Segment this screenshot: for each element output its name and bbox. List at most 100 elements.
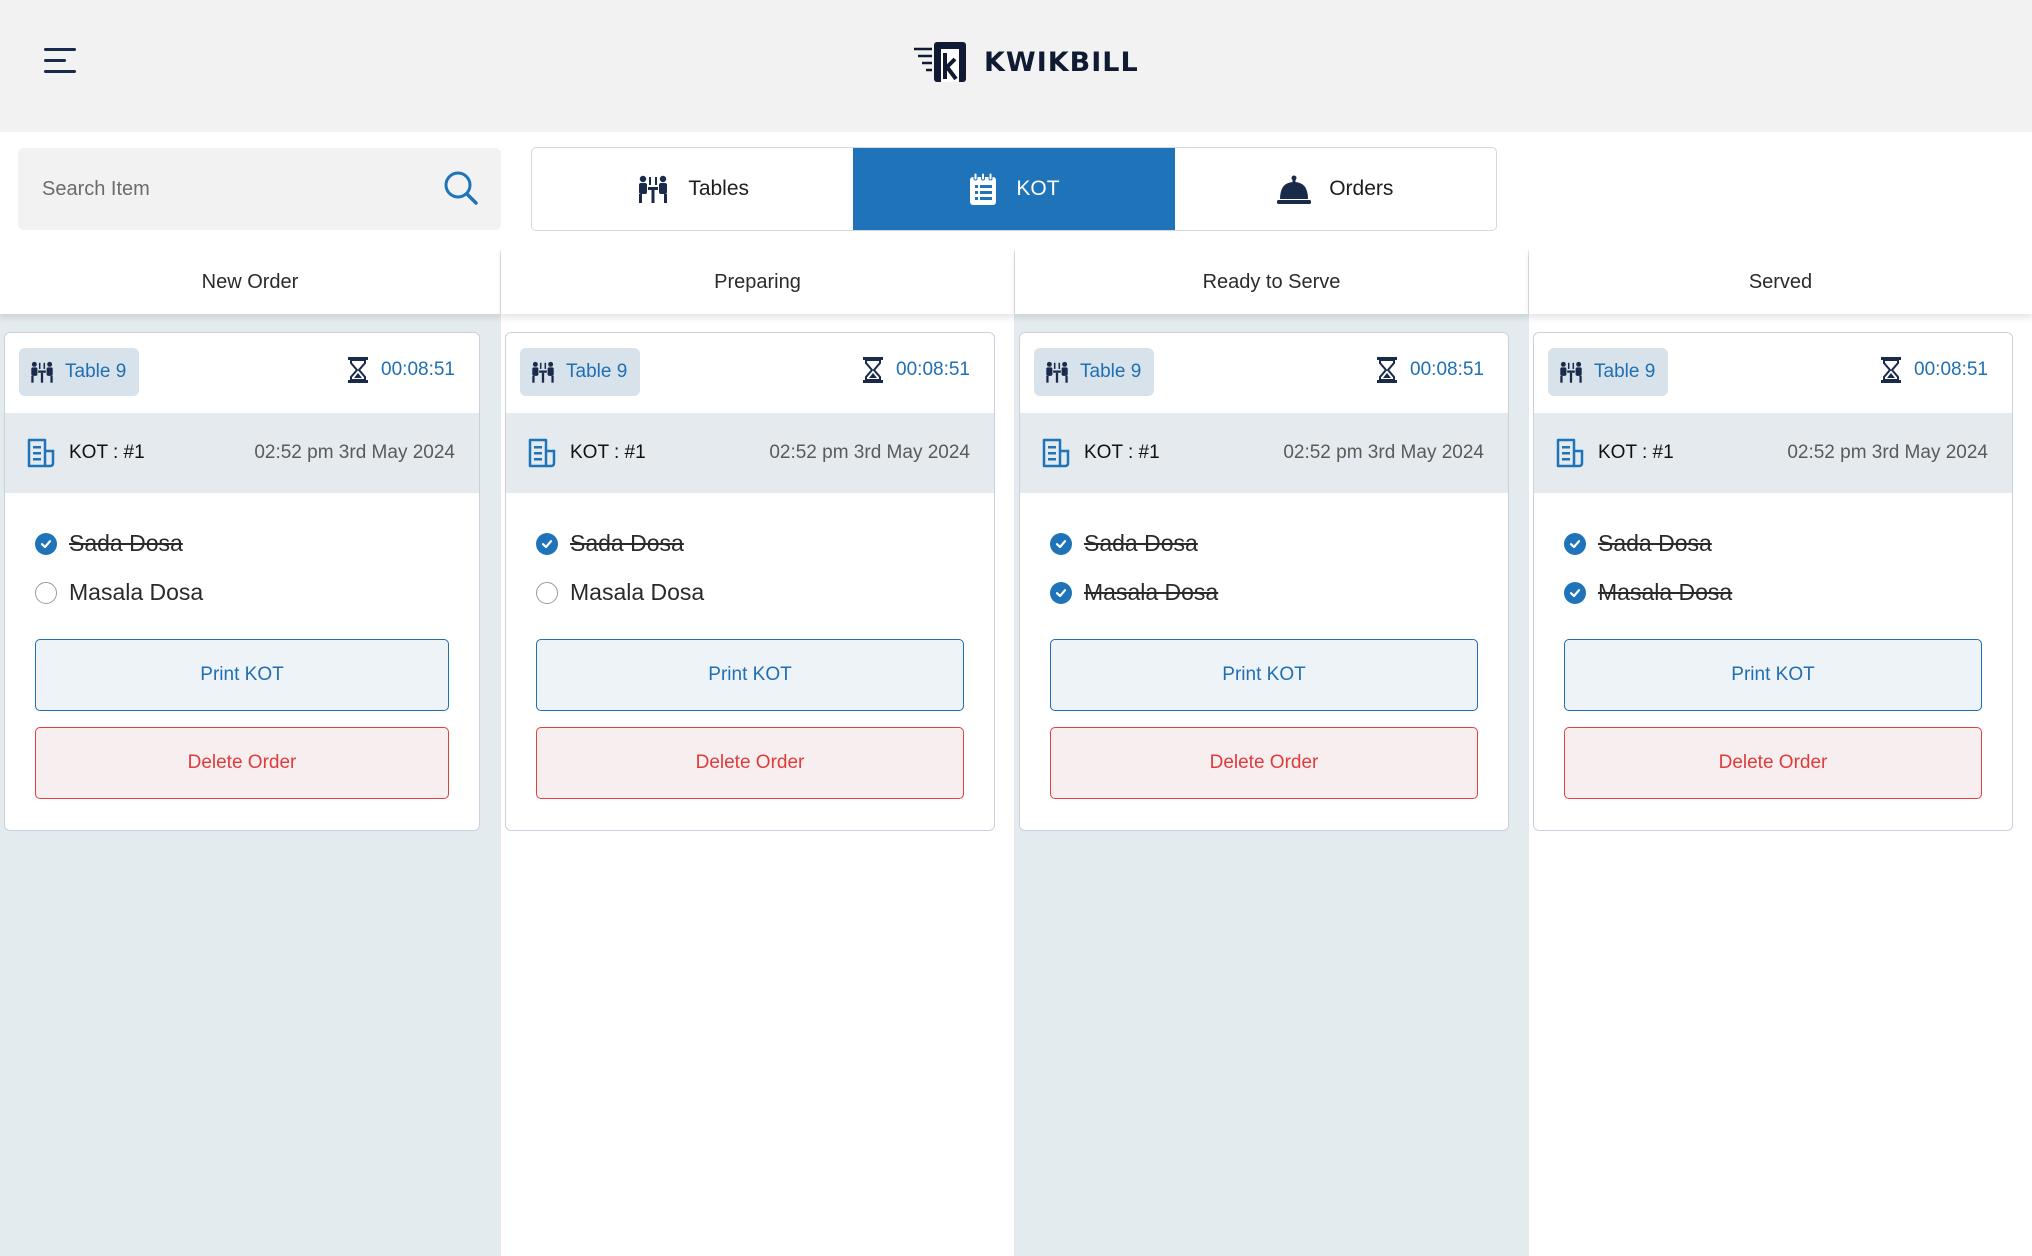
unchecked-circle-icon[interactable] bbox=[536, 581, 558, 604]
kot-column-new-order: New Order Table 9 00:08:51 KOT : #1 02:52 pm… bbox=[0, 250, 500, 1256]
kot-info-row: KOT : #1 02:52 pm 3rd May 2024 bbox=[5, 413, 479, 493]
tab-tables-label: Tables bbox=[688, 177, 750, 200]
search-icon[interactable] bbox=[443, 170, 479, 206]
column-title: Preparing bbox=[501, 250, 1014, 314]
kot-item-name: Sada Dosa bbox=[1598, 530, 1712, 556]
checked-circle-icon[interactable] bbox=[35, 532, 57, 555]
table-label: Table 9 bbox=[566, 361, 628, 382]
kot-item-list: Sada Dosa Masala Dosa bbox=[506, 493, 994, 617]
kot-column-served: Served Table 9 00:08:51 KOT : #1 02:52 pm 3r… bbox=[1528, 250, 2032, 1256]
hamburger-menu-icon[interactable] bbox=[44, 48, 76, 74]
timer-value: 00:08:51 bbox=[896, 359, 970, 380]
kot-item-name: Masala Dosa bbox=[1084, 579, 1219, 605]
kot-timestamp: 02:52 pm 3rd May 2024 bbox=[769, 442, 970, 463]
timer-value: 00:08:51 bbox=[1914, 359, 1988, 380]
checked-circle-icon[interactable] bbox=[1050, 532, 1072, 555]
search-input[interactable] bbox=[42, 148, 422, 230]
column-body: Table 9 00:08:51 KOT : #1 02:52 pm 3rd May … bbox=[1529, 314, 2032, 1256]
table-label: Table 9 bbox=[1080, 361, 1142, 382]
kot-item[interactable]: Sada Dosa bbox=[1564, 519, 2012, 568]
card-header: Table 9 00:08:51 bbox=[1534, 333, 2012, 413]
table-badge[interactable]: Table 9 bbox=[1548, 348, 1669, 396]
checked-circle-icon[interactable] bbox=[1564, 581, 1586, 604]
kot-info-row: KOT : #1 02:52 pm 3rd May 2024 bbox=[506, 413, 994, 493]
tab-kot-label: KOT bbox=[1016, 177, 1060, 200]
checked-circle-icon[interactable] bbox=[536, 532, 558, 555]
print-kot-button[interactable]: Print KOT bbox=[1050, 639, 1478, 711]
kot-column-preparing: Preparing Table 9 00:08:51 KOT : #1 02:52 pm… bbox=[500, 250, 1014, 1256]
print-kot-button[interactable]: Print KOT bbox=[1564, 639, 1982, 711]
column-title: New Order bbox=[0, 250, 500, 314]
hourglass-icon bbox=[1881, 357, 1902, 383]
delete-order-button[interactable]: Delete Order bbox=[35, 727, 449, 799]
unchecked-circle-icon[interactable] bbox=[35, 581, 57, 604]
timer-value: 00:08:51 bbox=[381, 359, 455, 380]
kot-card: Table 9 00:08:51 KOT : #1 02:52 pm 3rd May … bbox=[4, 332, 480, 831]
kot-number: KOT : #1 bbox=[69, 442, 145, 463]
kot-receipt-icon bbox=[1556, 438, 1584, 468]
kot-timestamp: 02:52 pm 3rd May 2024 bbox=[1283, 442, 1484, 463]
search-box bbox=[18, 148, 501, 230]
kot-item[interactable]: Masala Dosa bbox=[1564, 568, 2012, 617]
kot-item-name: Masala Dosa bbox=[1598, 579, 1733, 605]
print-kot-button[interactable]: Print KOT bbox=[35, 639, 449, 711]
delete-order-button[interactable]: Delete Order bbox=[1564, 727, 1982, 799]
hourglass-icon bbox=[863, 357, 884, 383]
table-label: Table 9 bbox=[65, 361, 127, 382]
delete-order-button[interactable]: Delete Order bbox=[1050, 727, 1478, 799]
kot-timestamp: 02:52 pm 3rd May 2024 bbox=[254, 442, 455, 463]
kot-receipt-icon bbox=[27, 438, 55, 468]
kot-item-list: Sada Dosa Masala Dosa bbox=[1534, 493, 2012, 617]
kot-item[interactable]: Masala Dosa bbox=[35, 568, 479, 617]
kot-item-name: Masala Dosa bbox=[570, 579, 705, 605]
service-bell-icon bbox=[1277, 175, 1312, 204]
table-icon bbox=[1046, 361, 1068, 383]
kot-card: Table 9 00:08:51 KOT : #1 02:52 pm 3rd May … bbox=[505, 332, 995, 831]
column-title: Served bbox=[1529, 250, 2032, 314]
print-kot-button[interactable]: Print KOT bbox=[536, 639, 964, 711]
table-icon bbox=[31, 361, 53, 383]
kot-item[interactable]: Sada Dosa bbox=[35, 519, 479, 568]
kot-timestamp: 02:52 pm 3rd May 2024 bbox=[1787, 442, 1988, 463]
kot-item[interactable]: Sada Dosa bbox=[1050, 519, 1508, 568]
kot-item-name: Masala Dosa bbox=[69, 579, 204, 605]
elapsed-timer: 00:08:51 bbox=[1880, 357, 1988, 383]
tables-icon bbox=[639, 175, 668, 203]
kot-item-name: Sada Dosa bbox=[570, 530, 684, 556]
kot-number: KOT : #1 bbox=[1598, 442, 1674, 463]
column-body: Table 9 00:08:51 KOT : #1 02:52 pm 3rd May … bbox=[0, 314, 500, 1256]
table-icon bbox=[532, 361, 554, 383]
kot-column-ready-to-serve: Ready to Serve Table 9 00:08:51 KOT : #1 02:… bbox=[1014, 250, 1528, 1256]
kot-item-list: Sada Dosa Masala Dosa bbox=[1020, 493, 1508, 617]
kot-item[interactable]: Masala Dosa bbox=[1050, 568, 1508, 617]
kot-card: Table 9 00:08:51 KOT : #1 02:52 pm 3rd May … bbox=[1533, 332, 2013, 831]
table-badge[interactable]: Table 9 bbox=[1034, 348, 1155, 396]
tab-orders-label: Orders bbox=[1329, 177, 1394, 200]
checked-circle-icon[interactable] bbox=[1050, 581, 1072, 604]
kot-item[interactable]: Masala Dosa bbox=[536, 568, 994, 617]
tab-tables[interactable]: Tables bbox=[532, 148, 853, 230]
table-badge[interactable]: Table 9 bbox=[19, 348, 140, 396]
timer-value: 00:08:51 bbox=[1410, 359, 1484, 380]
column-body: Table 9 00:08:51 KOT : #1 02:52 pm 3rd May … bbox=[501, 314, 1014, 1256]
kot-receipt-icon bbox=[1042, 438, 1070, 468]
brand-logo: KWIKBILL bbox=[914, 38, 1139, 86]
checked-circle-icon[interactable] bbox=[1564, 532, 1586, 555]
card-header: Table 9 00:08:51 bbox=[506, 333, 994, 413]
table-badge[interactable]: Table 9 bbox=[520, 348, 641, 396]
column-body: Table 9 00:08:51 KOT : #1 02:52 pm 3rd May … bbox=[1015, 314, 1528, 1256]
delete-order-button[interactable]: Delete Order bbox=[536, 727, 964, 799]
kot-item[interactable]: Sada Dosa bbox=[536, 519, 994, 568]
view-tabs: Tables KOT Orders bbox=[531, 147, 1497, 231]
elapsed-timer: 00:08:51 bbox=[1376, 357, 1484, 383]
kot-number: KOT : #1 bbox=[570, 442, 646, 463]
kot-card: Table 9 00:08:51 KOT : #1 02:52 pm 3rd May … bbox=[1019, 332, 1509, 831]
table-icon bbox=[1560, 361, 1582, 383]
brand-name: KWIKBILL bbox=[984, 46, 1139, 78]
kot-item-name: Sada Dosa bbox=[1084, 530, 1198, 556]
tab-kot[interactable]: KOT bbox=[853, 148, 1175, 230]
kot-info-row: KOT : #1 02:52 pm 3rd May 2024 bbox=[1020, 413, 1508, 493]
card-header: Table 9 00:08:51 bbox=[5, 333, 479, 413]
tab-orders[interactable]: Orders bbox=[1175, 148, 1496, 230]
kot-number: KOT : #1 bbox=[1084, 442, 1160, 463]
